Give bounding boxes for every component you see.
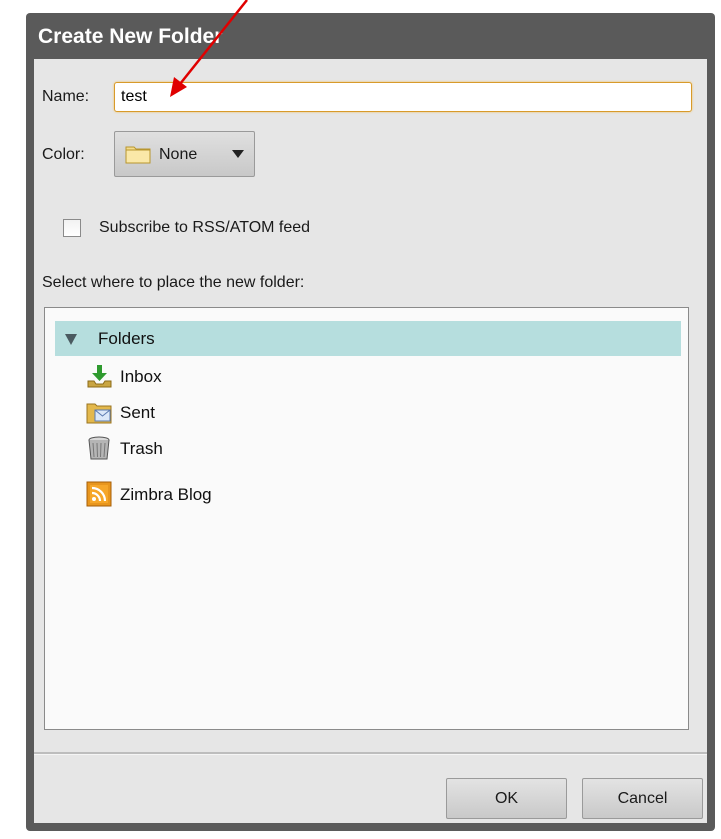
tree-root-label: Folders — [98, 329, 155, 348]
ok-button[interactable]: OK — [446, 778, 567, 819]
create-folder-dialog: Create New Folder Name: Color: None Subs… — [26, 13, 715, 831]
trash-icon — [88, 436, 110, 460]
subscribe-rss-label: Subscribe to RSS/ATOM feed — [99, 219, 311, 236]
sent-icon — [86, 403, 112, 424]
tree-item-label: Zimbra Blog — [120, 485, 212, 504]
footer-divider-highlight — [34, 754, 707, 755]
dialog-titlebar[interactable]: Create New Folder — [26, 13, 715, 58]
dialog-body: Name: Color: None Subscribe to RSS/ATOM … — [34, 59, 707, 823]
folder-name-input[interactable] — [114, 82, 692, 112]
tree-item-label: Sent — [120, 403, 155, 422]
rss-feed-icon — [86, 481, 112, 507]
dialog-title: Create New Folder — [38, 25, 223, 48]
chevron-down-icon — [232, 150, 244, 158]
tree-root-folders[interactable]: Folders — [55, 321, 681, 356]
name-label: Name: — [42, 88, 90, 105]
color-value: None — [159, 146, 198, 163]
tree-item-label: Trash — [120, 439, 163, 458]
placement-instruction: Select where to place the new folder: — [42, 274, 305, 291]
expand-triangle-icon[interactable] — [65, 334, 77, 345]
tree-item-label: Inbox — [120, 367, 162, 386]
cancel-button[interactable]: Cancel — [582, 778, 703, 819]
folder-icon — [125, 146, 151, 164]
inbox-icon — [87, 365, 112, 388]
subscribe-rss-checkbox[interactable] — [63, 219, 81, 237]
color-dropdown-button[interactable]: None — [114, 131, 255, 177]
color-label: Color: — [42, 146, 85, 163]
folder-tree[interactable]: Folders Inbox Sent Trash Zimbra Blog — [44, 307, 689, 730]
